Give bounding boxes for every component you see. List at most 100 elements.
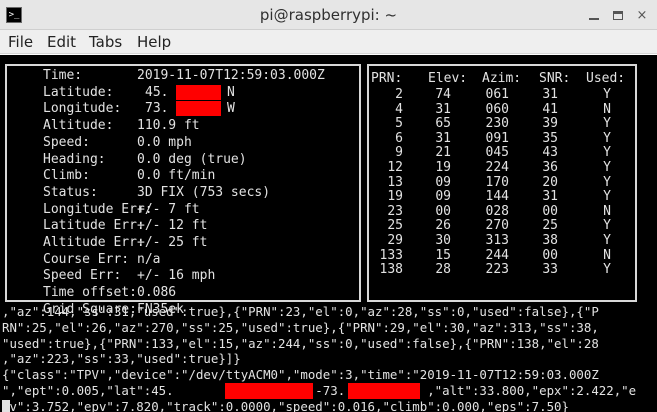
- sat-azim: 270: [485, 218, 509, 234]
- sat-azim: 230: [485, 116, 509, 132]
- gps-field-label: Climb:: [43, 168, 90, 184]
- gps-field-row: Heading: 0.0 deg (true): [7, 152, 359, 168]
- col-azim-header: Azim:: [482, 71, 522, 86]
- satellite-table-panel: PRN: Elev: Azim: SNR: Used: 2 74 061 31 Y 4 31…: [367, 64, 637, 302]
- menu-edit[interactable]: Edit: [47, 33, 76, 51]
- col-snr-header: SNR:: [539, 71, 571, 86]
- satellite-row: 2 74 061 31 Y: [369, 87, 635, 103]
- gps-field-value: 73.: [145, 101, 169, 117]
- sat-snr: 39: [542, 116, 558, 132]
- sat-azim: 313: [485, 233, 509, 248]
- gps-field-value: 0.0 deg (true): [137, 151, 247, 167]
- json-output-line: {"class":"TPV","device":"/dev/ttyACM0","…: [2, 367, 599, 383]
- sat-prn: 6: [395, 130, 403, 146]
- satellite-row: 138 28 223 33 Y: [369, 262, 635, 278]
- satellite-row: 133 15 244 00 N: [369, 248, 635, 264]
- title-bar: >_ pi@raspberrypi: ~ ×: [0, 0, 657, 30]
- menu-tabs[interactable]: Tabs: [89, 33, 122, 51]
- redaction-box: [176, 84, 221, 100]
- redaction-box: [176, 101, 221, 117]
- terminal-cursor: [2, 400, 10, 412]
- maximize-button[interactable]: [610, 7, 626, 23]
- gps-field-value: 0.0 mph: [137, 134, 192, 150]
- gps-field-value: +/- 7 ft: [137, 201, 200, 217]
- terminal-scrollbar[interactable]: [649, 55, 657, 412]
- menu-help[interactable]: Help: [137, 33, 171, 51]
- sat-elev: 30: [435, 233, 451, 248]
- json-output-line: pv":3.752,"epv":7.820,"track":0.0000,"sp…: [2, 398, 569, 412]
- sat-elev: 09: [435, 174, 451, 190]
- gps-field-label: Time:: [43, 68, 83, 83]
- sat-prn: 29: [387, 233, 403, 248]
- sat-prn: 19: [387, 189, 403, 205]
- sat-snr: 00: [542, 247, 558, 263]
- sat-snr: 36: [542, 160, 558, 175]
- satellite-row: 29 30 313 38 Y: [369, 233, 635, 249]
- gps-field-row: Status: 3D FIX (753 secs): [7, 185, 359, 201]
- gps-field-value: 0.086: [137, 285, 177, 301]
- gps-field-label: Heading:: [43, 151, 106, 167]
- sat-azim: 170: [485, 174, 509, 190]
- gps-field-row: Speed Err: +/- 16 mph: [7, 268, 359, 284]
- gps-field-label: Time offset:: [43, 285, 137, 301]
- menu-file[interactable]: File: [8, 33, 33, 51]
- gps-field-label: Course Err:: [43, 251, 130, 267]
- redaction-lon-json: [348, 383, 420, 399]
- gps-field-row: Latitude Err: +/- 12 ft: [7, 218, 359, 234]
- sat-azim: 061: [485, 87, 509, 102]
- gps-field-row: Altitude Err: +/- 25 ft: [7, 235, 359, 251]
- sat-snr: 43: [542, 145, 558, 161]
- sat-prn: 138: [379, 262, 403, 278]
- sat-azim: 223: [485, 262, 509, 278]
- sat-used: Y: [603, 218, 611, 234]
- minimize-icon: [589, 18, 599, 20]
- sat-snr: 00: [542, 203, 558, 219]
- close-button[interactable]: ×: [634, 7, 650, 23]
- gps-field-row: Time offset: 0.086: [7, 285, 359, 301]
- sat-snr: 41: [542, 101, 558, 117]
- json-output-line: ","ept":0.005,"lat":45. ,"lon":-73. ,"al…: [2, 383, 637, 398]
- sat-snr: 31: [542, 189, 558, 205]
- menu-bar: File Edit Tabs Help: [0, 30, 657, 54]
- gps-field-value: +/- 16 mph: [137, 268, 216, 284]
- gps-field-label: Altitude:: [43, 118, 114, 134]
- gps-field-row: Course Err: n/a: [7, 252, 359, 268]
- sat-snr: 35: [542, 130, 558, 146]
- gps-field-value: n/a: [137, 251, 161, 267]
- sat-prn: 133: [379, 247, 403, 263]
- satellite-row: 9 21 045 43 Y: [369, 145, 635, 161]
- gps-field-value: 2019-11-07T12:59:03.000Z: [137, 68, 325, 83]
- gps-field-value: 0.0 ft/min: [137, 168, 216, 184]
- sat-used: Y: [603, 145, 611, 161]
- sat-snr: 33: [542, 262, 558, 278]
- gps-field-row: Longitude: 73. W: [7, 101, 359, 117]
- sat-elev: 31: [435, 130, 451, 146]
- gps-field-label: Latitude:: [43, 84, 114, 100]
- gps-field-label: Speed:: [43, 134, 90, 150]
- sat-used: Y: [603, 233, 611, 248]
- sat-prn: 9: [395, 145, 403, 161]
- satellite-row: 6 31 091 35 Y: [369, 131, 635, 147]
- minimize-button[interactable]: [586, 7, 602, 23]
- satellite-row: 19 09 144 31 Y: [369, 189, 635, 205]
- sat-elev: 65: [435, 116, 451, 132]
- gps-field-row: Longitude Err: +/- 7 ft: [7, 202, 359, 218]
- satellite-row: 5 65 230 39 Y: [369, 116, 635, 132]
- sat-snr: 20: [542, 174, 558, 190]
- sat-used: Y: [603, 116, 611, 132]
- sat-elev: 26: [435, 218, 451, 234]
- json-output-line: "used":true},{"PRN":133,"el":15,"az":244…: [2, 335, 599, 351]
- satellite-row: 13 09 170 20 Y: [369, 175, 635, 191]
- sat-elev: 28: [435, 262, 451, 278]
- col-used-header: Used:: [586, 71, 626, 86]
- sat-elev: 09: [435, 189, 451, 205]
- terminal-area[interactable]: Time: 2019-11-07T12:59:03.000Z Latitude: 45…: [0, 55, 657, 412]
- gps-field-value: 3D FIX (753 secs): [137, 184, 271, 200]
- sat-elev: 15: [435, 247, 451, 263]
- sat-prn: 25: [387, 218, 403, 234]
- sat-used: N: [603, 247, 611, 263]
- gps-field-label: Altitude Err:: [43, 235, 145, 250]
- satellite-row: 4 31 060 41 N: [369, 102, 635, 118]
- sat-elev: 74: [435, 87, 451, 102]
- json-output-line: RN":25,"el":26,"az":270,"ss":25,"used":t…: [2, 319, 599, 335]
